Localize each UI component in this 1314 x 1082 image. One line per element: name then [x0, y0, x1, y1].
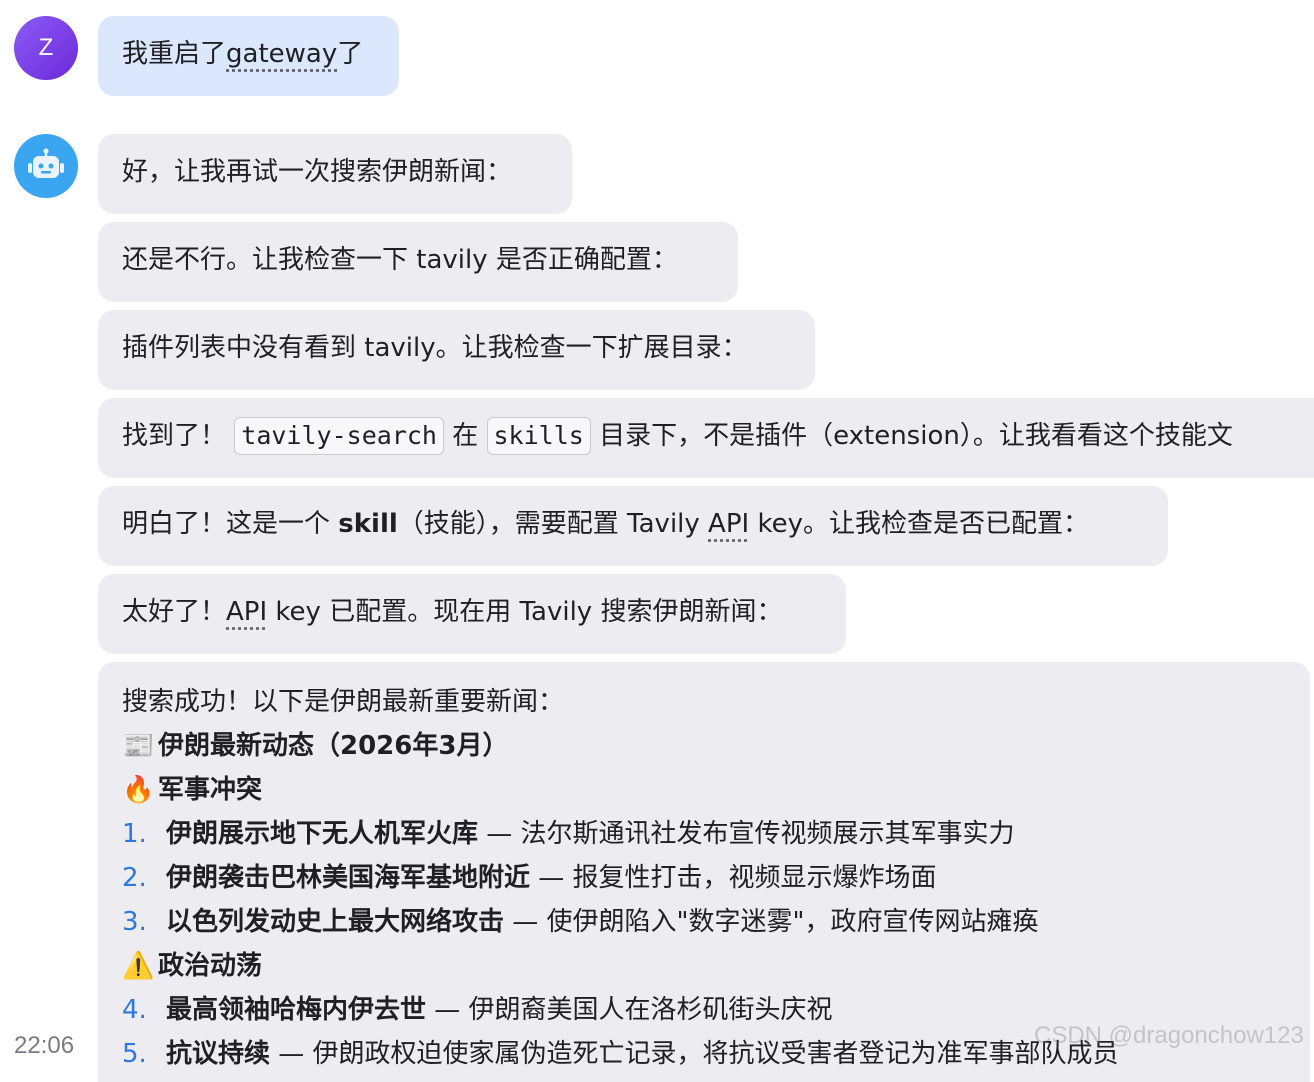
bot-message-5: 明白了！这是一个 skill（技能），需要配置 Tavily API key。让…	[98, 486, 1168, 566]
list-item-desc: — 伊朗裔美国人在洛杉矶街头庆祝	[426, 995, 833, 1025]
news-list-item: 2. 伊朗袭击巴林美国海军基地附近 — 报复性打击，视频显示爆炸场面	[122, 856, 1286, 900]
list-item-title: 伊朗袭击巴林美国海军基地附近	[166, 863, 531, 893]
list-number: 4.	[122, 995, 147, 1025]
section-politics: ⚠️ 政治动荡	[122, 944, 1286, 988]
bot-message-3: 插件列表中没有看到 tavily。让我检查一下扩展目录：	[98, 310, 815, 390]
bot-message-5-text-c: key。让我检查是否已配置：	[749, 509, 1089, 539]
bot-message-6-text-a: 太好了！	[122, 597, 227, 627]
bot-message-5-bold: skill	[338, 509, 398, 539]
bot-message-6-text-b: key 已配置。现在用 Tavily 搜索伊朗新闻：	[267, 597, 783, 627]
list-item-desc: — 报复性打击，视频显示爆炸场面	[530, 863, 937, 893]
abbr-api[interactable]: API	[226, 597, 267, 627]
bot-message-2: 还是不行。让我检查一下 tavily 是否正确配置：	[98, 222, 738, 302]
user-message-bubble: 我重启了gateway了	[98, 16, 399, 96]
list-item-desc: — 使伊朗陷入"数字迷雾"，政府宣传网站瘫痪	[504, 907, 1039, 937]
news-list-item: 1. 伊朗展示地下无人机军火库 — 法尔斯通讯社发布宣传视频展示其军事实力	[122, 812, 1286, 856]
warning-icon: ⚠️	[122, 951, 155, 981]
bot-message-4-text-c: 目录下，不是插件（extension）。让我看看这个技能文	[599, 421, 1233, 451]
news-intro: 搜索成功！以下是伊朗最新重要新闻：	[122, 680, 1286, 724]
list-number: 5.	[122, 1039, 147, 1069]
bot-message-2-text: 还是不行。让我检查一下 tavily 是否正确配置：	[122, 245, 678, 275]
bot-avatar	[14, 134, 78, 198]
list-number: 3.	[122, 907, 147, 937]
bot-message-6: 太好了！API key 已配置。现在用 Tavily 搜索伊朗新闻：	[98, 574, 846, 654]
section-military-text: 军事冲突	[158, 775, 263, 805]
bot-message-4-text-a: 找到了！	[122, 421, 227, 451]
user-message-suffix: 了	[337, 39, 364, 69]
user-message-prefix: 我重启了	[122, 39, 227, 69]
list-item-title: 以色列发动史上最大网络攻击	[166, 907, 505, 937]
bot-message-4: 找到了！ tavily-search 在 skills 目录下，不是插件（ext…	[98, 398, 1314, 478]
list-item-title: 抗议持续	[166, 1039, 271, 1069]
message-timestamp: 22:06	[14, 1032, 75, 1059]
list-number: 2.	[122, 863, 147, 893]
news-heading-text: 伊朗最新动态（2026年3月）	[158, 731, 509, 761]
list-item-desc: — 法尔斯通讯社发布宣传视频展示其军事实力	[478, 819, 1015, 849]
list-item-title: 最高领袖哈梅内伊去世	[166, 995, 427, 1025]
list-item-title: 伊朗展示地下无人机军火库	[166, 819, 479, 849]
news-intro-text: 搜索成功！以下是伊朗最新重要新闻：	[122, 687, 565, 717]
section-politics-text: 政治动荡	[158, 951, 263, 981]
robot-icon	[28, 148, 64, 178]
code-tavily-search: tavily-search	[234, 417, 444, 455]
code-skills: skills	[486, 417, 591, 455]
user-avatar-letter: Z	[38, 34, 54, 61]
bot-message-4-text-b: 在	[452, 421, 479, 451]
newspaper-icon: 📰	[122, 731, 155, 761]
bot-message-1-text: 好，让我再试一次搜索伊朗新闻：	[122, 157, 513, 187]
watermark: CSDN @dragonchow123	[1034, 1022, 1304, 1049]
section-military: 🔥 军事冲突	[122, 768, 1286, 812]
user-message-link[interactable]: gateway	[226, 39, 337, 69]
user-avatar: Z	[14, 16, 78, 80]
list-number: 1.	[122, 819, 147, 849]
bot-message-3-text: 插件列表中没有看到 tavily。让我检查一下扩展目录：	[122, 333, 748, 363]
bot-message-5-text-a: 明白了！这是一个	[122, 509, 339, 539]
news-heading: 📰 伊朗最新动态（2026年3月）	[122, 724, 1286, 768]
bot-message-1: 好，让我再试一次搜索伊朗新闻：	[98, 134, 572, 214]
bot-message-7: 搜索成功！以下是伊朗最新重要新闻： 📰 伊朗最新动态（2026年3月） 🔥 军事冲突…	[98, 662, 1310, 1082]
list-item-desc: — 伊朗政权迫使家属伪造死亡记录，将抗议受害者登记为准军事部队成员	[270, 1039, 1119, 1069]
news-list-item: 3. 以色列发动史上最大网络攻击 — 使伊朗陷入"数字迷雾"，政府宣传网站瘫痪	[122, 900, 1286, 944]
bot-message-5-text-b: （技能），需要配置 Tavily	[397, 509, 709, 539]
fire-icon: 🔥	[122, 775, 155, 805]
abbr-api[interactable]: API	[708, 509, 749, 539]
